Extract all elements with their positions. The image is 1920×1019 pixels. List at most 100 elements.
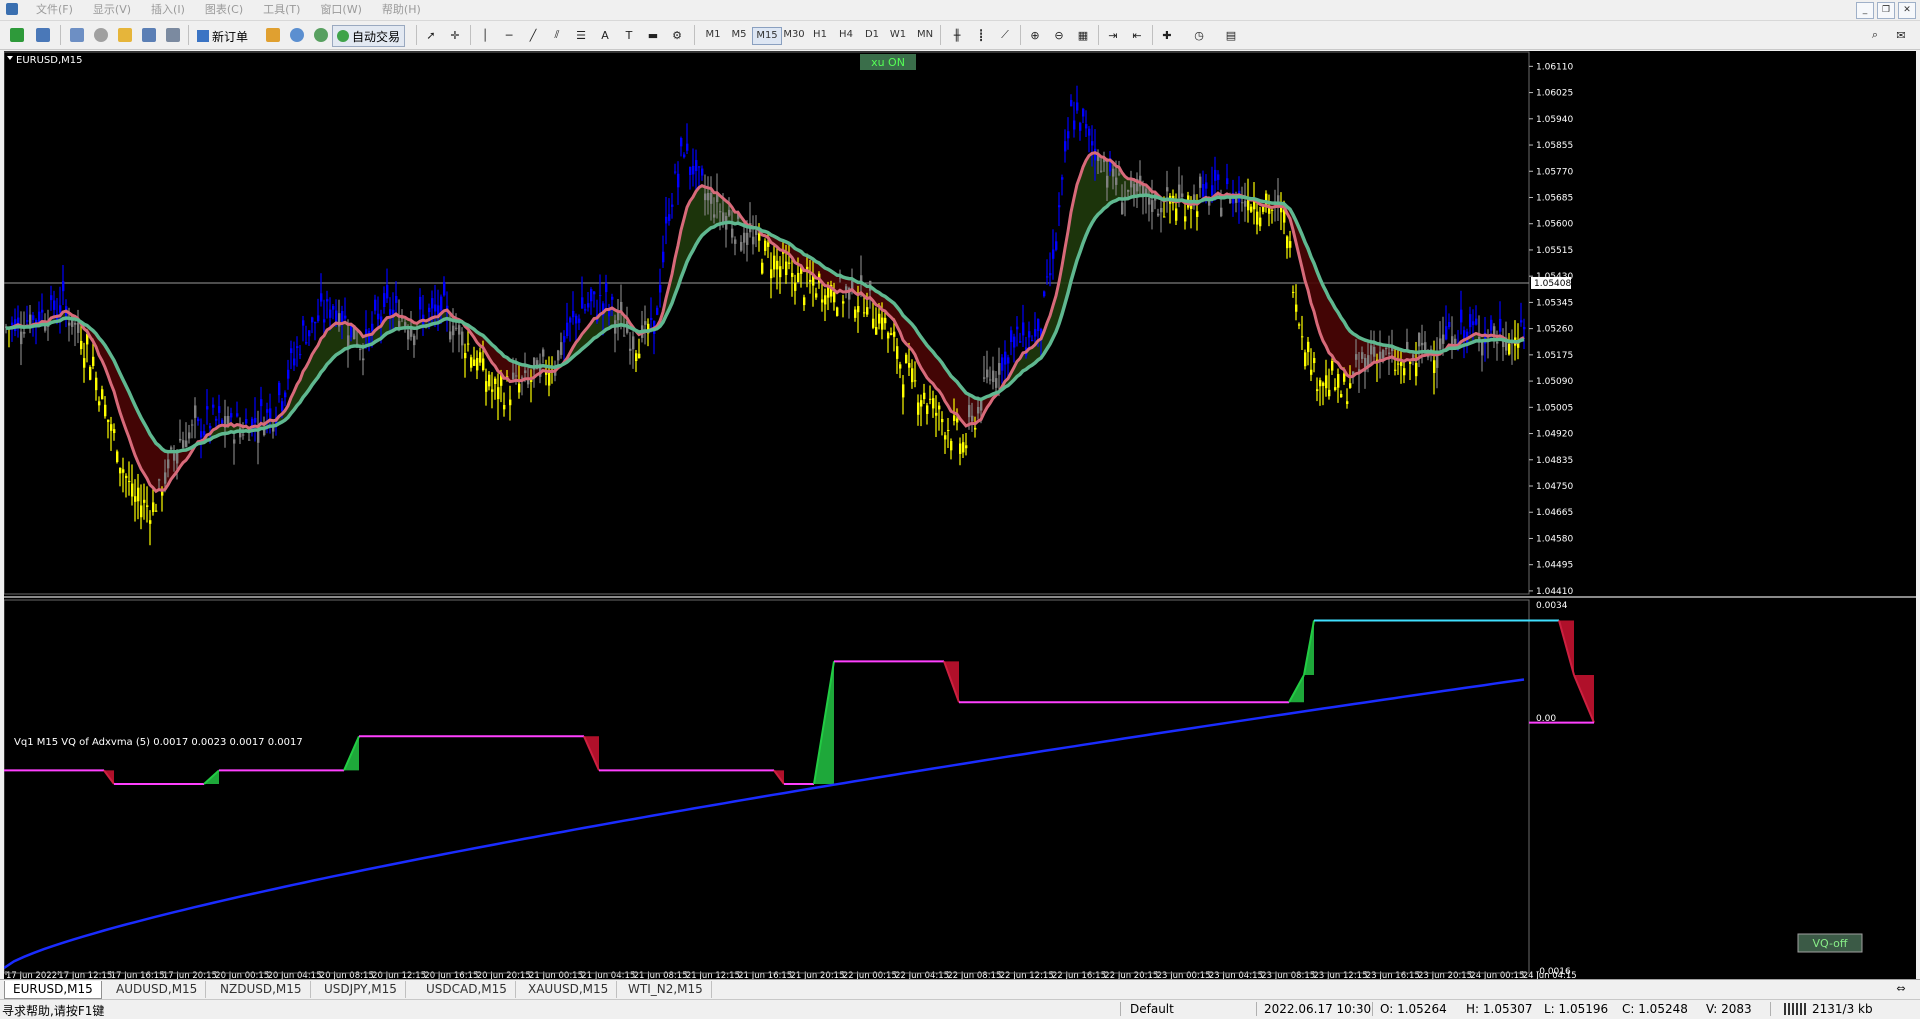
bar-body	[1337, 374, 1340, 388]
search-icon[interactable]: ⌕	[1864, 25, 1886, 45]
indicators-icon[interactable]: ✚	[1156, 25, 1178, 45]
bar-body	[1043, 291, 1046, 297]
new-chart-icon[interactable]	[6, 25, 28, 45]
bar-body	[38, 311, 41, 323]
bar-body	[905, 354, 908, 364]
channel-icon[interactable]: ⫽	[546, 25, 568, 45]
price-bar	[842, 294, 845, 318]
price-bar	[218, 394, 221, 425]
price-bar	[557, 349, 560, 366]
auto-trading-button[interactable]: 自动交易	[332, 25, 406, 47]
menu-window[interactable]: 窗口(W)	[310, 0, 371, 20]
timeframe-m30[interactable]: M30	[780, 27, 808, 43]
templates-icon[interactable]: ▤	[1220, 25, 1242, 45]
timeframe-mn[interactable]: MN	[912, 27, 938, 43]
tab-scroll-icon[interactable]: ⇔	[1890, 978, 1912, 998]
timeframe-d1[interactable]: D1	[860, 27, 884, 43]
metaeditor-icon[interactable]	[262, 25, 284, 45]
minimize-icon[interactable]: _	[1856, 2, 1874, 19]
text-icon[interactable]: A	[594, 25, 616, 45]
bar-body	[1403, 368, 1406, 376]
bar-body	[134, 496, 137, 502]
tab-xauusd[interactable]: XAUUSD,M15	[520, 981, 618, 998]
bar-body	[413, 335, 416, 346]
timeframe-m15[interactable]: M15	[752, 27, 782, 45]
tab-wti[interactable]: WTI_N2,M15	[620, 981, 712, 998]
tab-nzdusd[interactable]: NZDUSD,M15	[212, 981, 311, 998]
bar-body	[698, 166, 701, 168]
bar-body	[896, 346, 899, 359]
zoom-out-icon[interactable]: ⊖	[1048, 25, 1070, 45]
market-icon[interactable]	[310, 25, 332, 45]
zoom-in-icon[interactable]: ⊕	[1024, 25, 1046, 45]
timeframe-m1[interactable]: M1	[700, 27, 726, 43]
bar-body	[875, 327, 878, 335]
crosshair-icon[interactable]: ✛	[444, 25, 466, 45]
chat-icon[interactable]: ✉	[1890, 25, 1912, 45]
menu-file[interactable]: 文件(F)	[26, 0, 83, 20]
price-bar	[305, 325, 308, 345]
price-bar	[1061, 174, 1064, 196]
price-bar	[377, 296, 380, 327]
tab-usdjpy[interactable]: USDJPY,M15	[316, 981, 406, 998]
strategy-tester-icon[interactable]	[162, 25, 184, 45]
timeframe-m5[interactable]: M5	[726, 27, 752, 43]
menu-tools[interactable]: 工具(T)	[253, 0, 310, 20]
tab-usdcad[interactable]: USDCAD,M15	[418, 981, 516, 998]
timeframe-h1[interactable]: H1	[808, 27, 832, 43]
price-bar	[680, 136, 683, 157]
bar-body	[1028, 331, 1031, 338]
price-bar	[206, 389, 209, 425]
price-bar	[1280, 192, 1283, 231]
line-chart-icon[interactable]: ⟋	[994, 25, 1016, 45]
timeframe-w1[interactable]: W1	[886, 27, 910, 43]
price-bar	[1085, 110, 1088, 138]
chart-window[interactable]: 1.06110 1.06025 1.05940 1.05855 1.05770 1.056…	[4, 51, 1916, 979]
horizontal-line-icon[interactable]: ─	[498, 25, 520, 45]
price-bar	[278, 380, 281, 403]
toolbar: 新订单 自动交易 ➚ ✛ │ ─ ╱ ⫽ ☰ A T ▬ ⚙ M1 M5 M15…	[0, 21, 1920, 50]
market-watch-icon[interactable]	[66, 25, 88, 45]
bar-body	[518, 383, 521, 393]
menu-charts[interactable]: 图表(C)	[195, 0, 253, 20]
candlestick-icon[interactable]: ┋	[970, 25, 992, 45]
price-bar	[419, 288, 422, 321]
bar-chart-icon[interactable]: ╫	[946, 25, 968, 45]
shapes-icon[interactable]: ⚙	[666, 25, 688, 45]
bar-body	[494, 378, 497, 384]
tile-windows-icon[interactable]: ▦	[1072, 25, 1094, 45]
vertical-line-icon[interactable]: │	[474, 25, 496, 45]
menu-help[interactable]: 帮助(H)	[372, 0, 431, 20]
menu-insert[interactable]: 插入(I)	[141, 0, 195, 20]
cursor-icon[interactable]: ➚	[420, 25, 442, 45]
price-bar	[749, 202, 752, 238]
bar-body	[98, 401, 101, 406]
close-icon[interactable]: ✕	[1898, 2, 1916, 19]
trendline-icon[interactable]: ╱	[522, 25, 544, 45]
price-bar	[1013, 333, 1016, 363]
bar-body	[1469, 314, 1472, 328]
chart-shift-icon[interactable]: ⇥	[1102, 25, 1124, 45]
price-chart[interactable]: 1.06110 1.06025 1.05940 1.05855 1.05770 1.056…	[4, 51, 1916, 979]
profiles-icon[interactable]	[32, 25, 54, 45]
timeframe-h4[interactable]: H4	[834, 27, 858, 43]
restore-icon[interactable]: ❐	[1877, 2, 1895, 19]
terminal-icon[interactable]	[138, 25, 160, 45]
fibonacci-icon[interactable]: ☰	[570, 25, 592, 45]
periods-icon[interactable]: ◷	[1188, 25, 1210, 45]
price-bar	[1028, 321, 1031, 349]
text-label-icon[interactable]: T	[618, 25, 640, 45]
bar-body	[1181, 193, 1184, 197]
tab-eurusd[interactable]: EURUSD,M15	[4, 981, 102, 999]
arrows-icon[interactable]: ▬	[642, 25, 664, 45]
autoscroll-icon[interactable]: ⇤	[1126, 25, 1148, 45]
navigator-icon[interactable]	[114, 25, 136, 45]
bar-body	[842, 301, 845, 304]
menu-view[interactable]: 显示(V)	[83, 0, 141, 20]
tab-audusd[interactable]: AUDUSD,M15	[108, 981, 207, 998]
new-order-button[interactable]: 新订单	[192, 25, 253, 47]
bar-body	[1331, 361, 1334, 371]
bar-body	[917, 402, 920, 415]
data-window-icon[interactable]	[90, 25, 112, 45]
signals-icon[interactable]	[286, 25, 308, 45]
